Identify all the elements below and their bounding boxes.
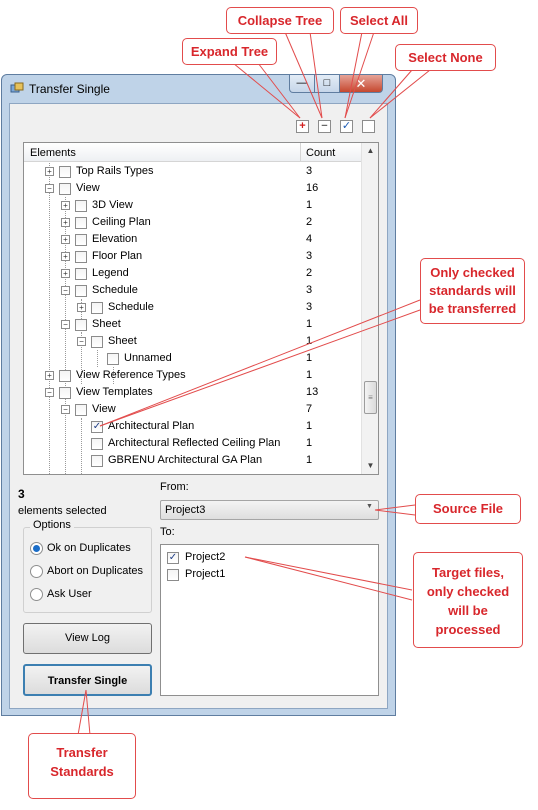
callout-select-all: Select All	[340, 7, 418, 34]
callout-only-checked-standards: Only checked standards will be transferr…	[420, 258, 525, 324]
callout-collapse-tree: Collapse Tree	[226, 7, 334, 34]
callout-target-files: Target files, only checked will be proce…	[413, 552, 523, 648]
callout-select-none: Select None	[395, 44, 496, 71]
callout-expand-tree: Expand Tree	[182, 38, 277, 65]
callout-transfer-standards: Transfer Standards	[28, 733, 136, 799]
callout-source-file: Source File	[415, 494, 521, 524]
callout-leader-lines	[77, 31, 431, 736]
